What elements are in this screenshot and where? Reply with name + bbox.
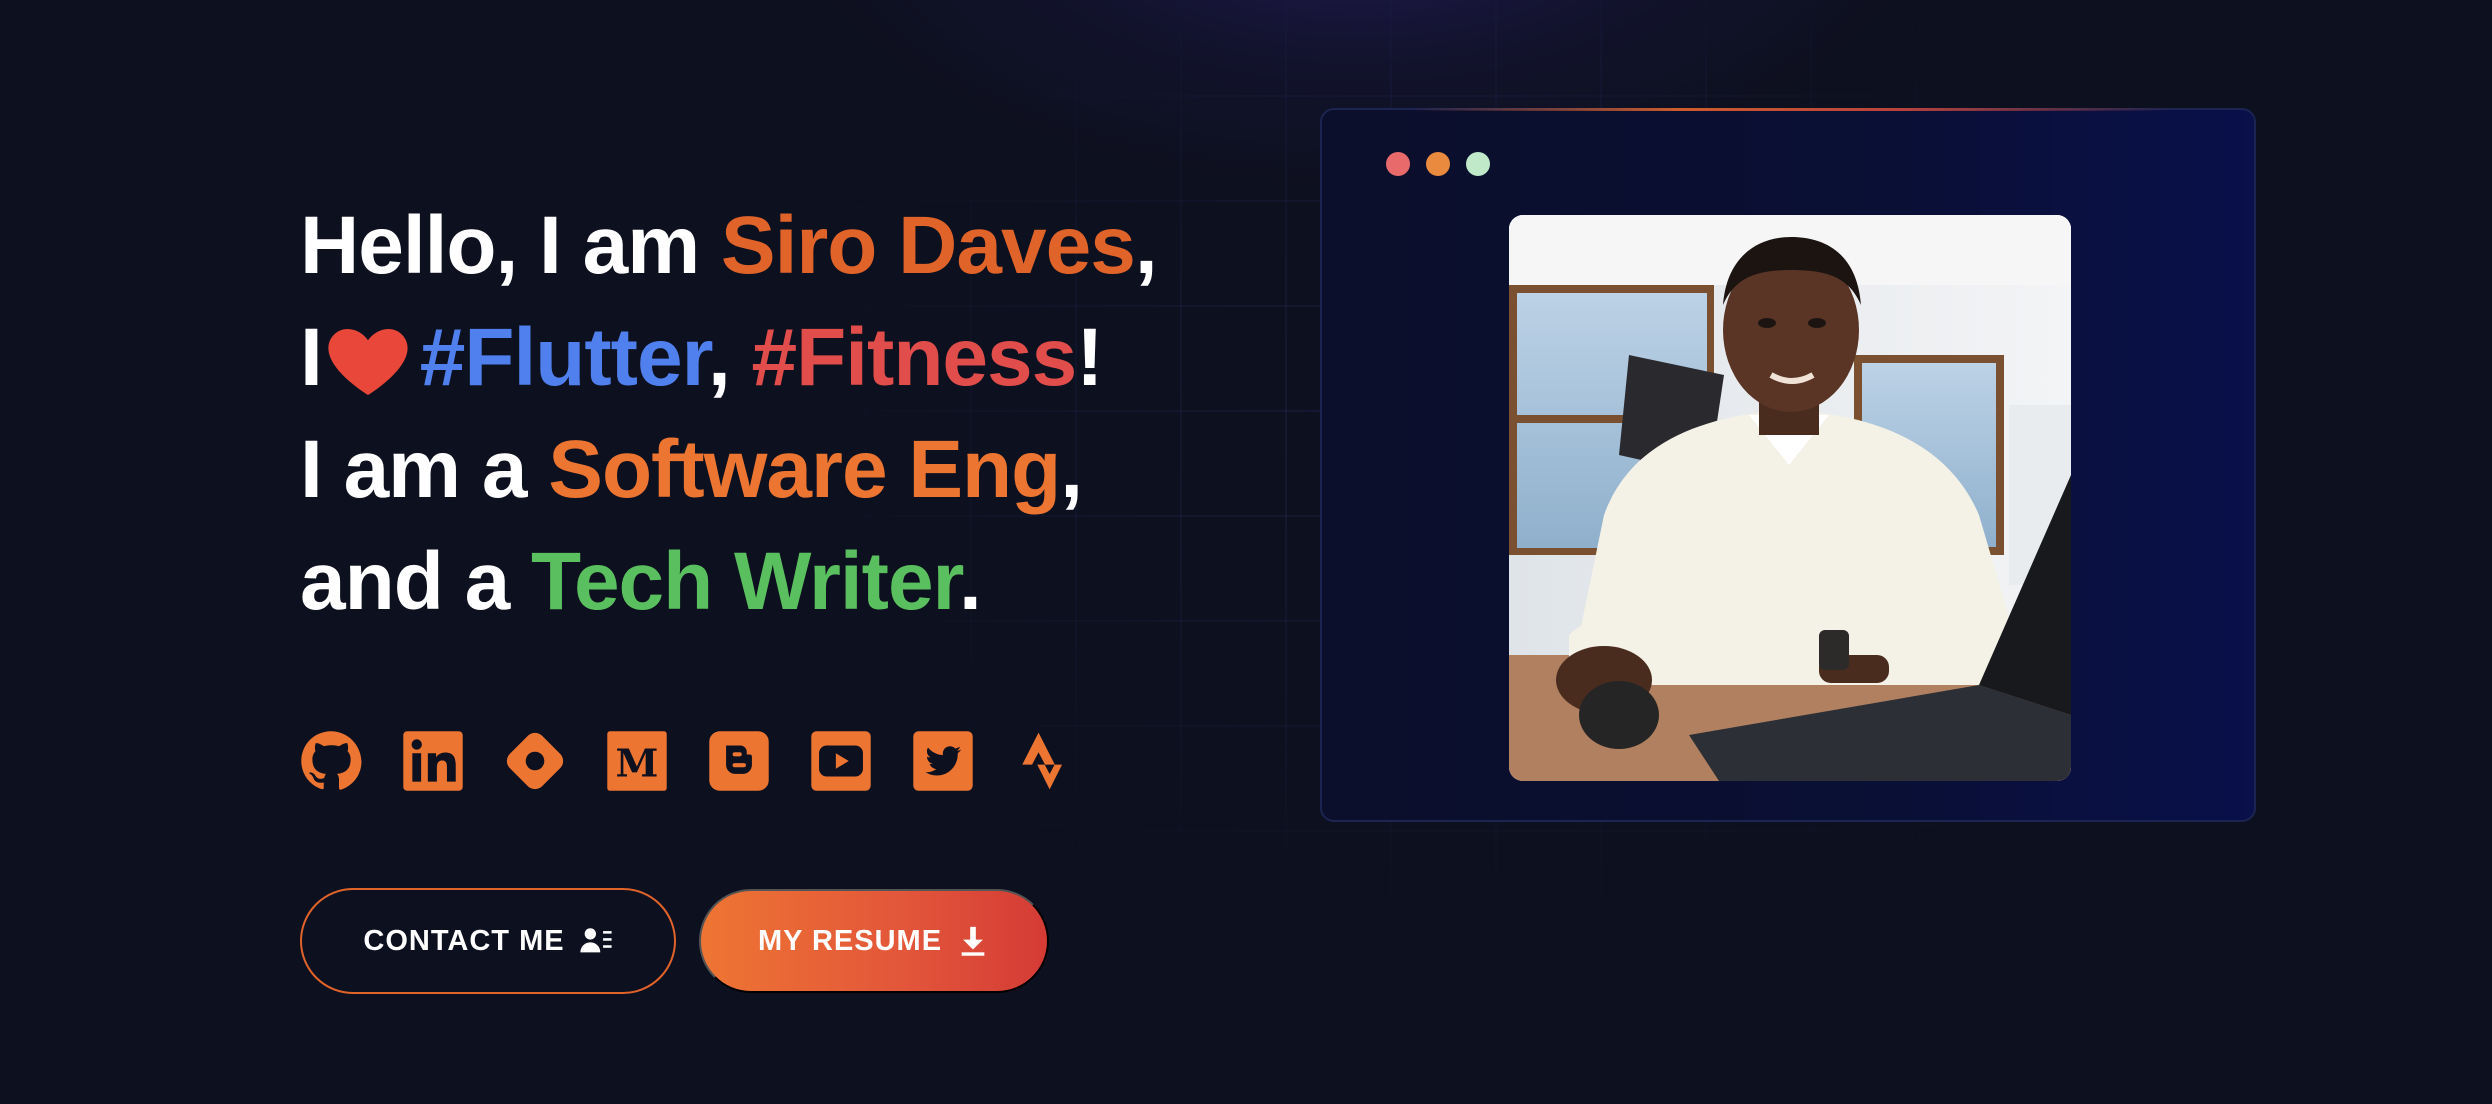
window-dot-red bbox=[1386, 152, 1410, 176]
twitter-icon bbox=[913, 731, 973, 791]
headline-text: Hello, I am bbox=[300, 200, 721, 291]
blogger-icon bbox=[709, 731, 769, 791]
headline-text: ! bbox=[1076, 312, 1103, 403]
profile-photo bbox=[1509, 215, 2071, 781]
role-software-eng: Software Eng bbox=[548, 424, 1061, 515]
github-link[interactable] bbox=[300, 730, 362, 792]
youtube-icon bbox=[811, 731, 871, 791]
strava-icon bbox=[1022, 732, 1063, 790]
youtube-link[interactable] bbox=[810, 730, 872, 792]
linkedin-icon bbox=[403, 731, 463, 791]
window-dot-green bbox=[1466, 152, 1490, 176]
flutter-tag: #Flutter bbox=[419, 312, 709, 403]
contact-me-label: CONTACT ME bbox=[363, 924, 565, 957]
contact-card-icon bbox=[579, 928, 612, 953]
hashnode-icon bbox=[506, 732, 564, 790]
headline-text: and a bbox=[300, 536, 531, 627]
blogger-link[interactable] bbox=[708, 730, 770, 792]
headline-line-2: I #Flutter, #Fitness! bbox=[300, 302, 1157, 414]
medium-icon: M bbox=[607, 731, 667, 791]
github-icon bbox=[301, 731, 362, 790]
profile-photo-image bbox=[1509, 215, 2071, 781]
my-resume-label: MY RESUME bbox=[757, 924, 943, 957]
window-dot-orange bbox=[1426, 152, 1450, 176]
heart-icon bbox=[328, 329, 408, 395]
headline-text: I bbox=[300, 312, 323, 403]
headline-text: , bbox=[1060, 424, 1083, 515]
headline-line-4: and a Tech Writer. bbox=[300, 526, 1157, 638]
headline-text: , bbox=[1134, 200, 1158, 291]
contact-me-button[interactable]: CONTACT ME bbox=[300, 888, 676, 994]
headline-line-3: I am a Software Eng, bbox=[300, 414, 1157, 526]
twitter-link[interactable] bbox=[912, 730, 974, 792]
headline-text: , bbox=[707, 312, 752, 403]
hashnode-link[interactable] bbox=[504, 730, 566, 792]
fitness-tag: #Fitness bbox=[751, 312, 1078, 403]
headline-text: . bbox=[958, 536, 982, 627]
headline-text: I am a bbox=[300, 424, 549, 515]
headline-line-1: Hello, I am Siro Daves, bbox=[300, 190, 1158, 302]
medium-link[interactable]: M bbox=[606, 730, 668, 792]
author-name: Siro Daves bbox=[720, 200, 1136, 291]
download-icon bbox=[961, 926, 985, 956]
my-resume-button[interactable]: MY RESUME bbox=[699, 889, 1049, 993]
window-accent-line bbox=[1412, 108, 2172, 111]
svg-text:M: M bbox=[616, 742, 659, 787]
social-links: M bbox=[300, 730, 1076, 792]
hero-headline: Hello, I am Siro Daves, I #Flutter, #Fitn… bbox=[300, 190, 1158, 638]
profile-window bbox=[1320, 108, 2256, 822]
role-tech-writer: Tech Writer bbox=[530, 536, 960, 627]
linkedin-link[interactable] bbox=[402, 730, 464, 792]
strava-link[interactable] bbox=[1014, 730, 1076, 792]
